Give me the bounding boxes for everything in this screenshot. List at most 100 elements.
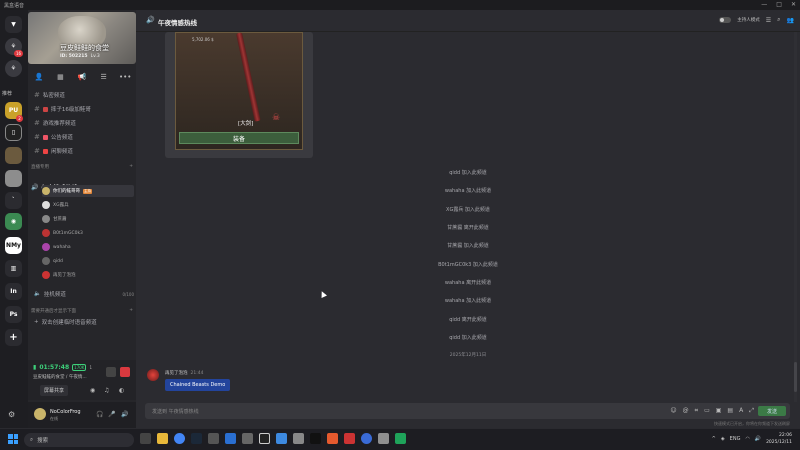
capcut-icon[interactable] — [310, 433, 321, 444]
server-icon-7[interactable]: ▥ — [5, 260, 22, 277]
server-icon-3[interactable]: ▯ — [5, 124, 22, 141]
add-channel-icon[interactable]: + — [129, 164, 133, 169]
send-button[interactable]: 发送 — [758, 406, 786, 416]
voice-member[interactable]: 再见了泡泡 — [42, 269, 134, 281]
emoji-icon[interactable]: ☺ — [670, 407, 676, 415]
list-icon[interactable]: ☰ — [766, 17, 771, 24]
megaphone-icon[interactable]: 📢 — [75, 72, 89, 82]
screenshot-icon[interactable]: ⌗ — [695, 407, 698, 415]
channel-game-rec[interactable]: # 游戏推荐频道 — [34, 117, 134, 129]
headphone-icon[interactable]: 🎧 — [96, 411, 103, 418]
screen-share-button[interactable]: 屏幕共享 — [40, 385, 69, 396]
voice-member[interactable]: qidd — [42, 255, 134, 267]
maximize-icon[interactable]: □ — [776, 1, 782, 8]
minimize-icon[interactable]: — — [761, 1, 767, 8]
image-icon[interactable]: ▣ — [716, 407, 722, 415]
steam-icon[interactable] — [191, 433, 202, 444]
host-mode-toggle[interactable] — [719, 17, 732, 23]
music-icon[interactable]: ♫ — [104, 387, 109, 394]
user-status: 在线 — [50, 416, 58, 421]
channel-label: 闲聊频道 — [50, 149, 73, 155]
hash-icon: # — [34, 105, 40, 113]
clock[interactable]: 22:06 2025/12/11 — [766, 432, 792, 446]
app-icon[interactable] — [327, 433, 338, 444]
heybox-icon[interactable] — [259, 433, 270, 444]
chat-scrollbar[interactable] — [794, 32, 797, 402]
server-in-icon[interactable]: In — [5, 283, 22, 300]
voice-member[interactable]: B0t1mGC0k3 — [42, 227, 134, 239]
volume-icon[interactable]: 🔊 — [121, 411, 128, 418]
list-icon[interactable]: ☰ — [97, 72, 111, 82]
chrome-icon[interactable] — [174, 433, 185, 444]
screen-icon[interactable] — [106, 367, 116, 377]
app-icon[interactable] — [361, 433, 372, 444]
voice-member[interactable]: 你们的鲑哥哥 主持 — [42, 185, 134, 197]
channel-announce[interactable]: # 公告频道 — [34, 131, 134, 143]
taskview-icon[interactable] — [140, 433, 151, 444]
voice-member[interactable]: XG露兵 — [42, 199, 134, 211]
app-icon[interactable] — [276, 433, 287, 444]
mic-icon[interactable]: 🎤 — [108, 411, 115, 418]
speaker-icon[interactable]: 🔊 — [755, 436, 761, 442]
server-active-icon[interactable]: ◉ — [5, 213, 22, 230]
add-server-icon[interactable]: + — [5, 329, 22, 346]
member-icon[interactable]: 👤 — [32, 72, 46, 82]
avatar — [42, 243, 50, 251]
equip-button[interactable]: 装备 — [179, 132, 299, 144]
calendar-icon[interactable]: ▦ — [53, 72, 67, 82]
app-icon[interactable] — [208, 433, 219, 444]
item-name: [大剑] — [238, 121, 254, 127]
settings-gear-icon[interactable]: ⚙ — [8, 410, 15, 419]
server-banner[interactable]: 豆皮鲑鲑的食堂 ID: 502215 Lv.3 — [28, 12, 136, 64]
search-icon[interactable]: ⌕ — [777, 16, 780, 24]
create-temp-channel[interactable]: + 双击创建临时语音频道 — [34, 316, 134, 328]
app-icon[interactable] — [378, 433, 389, 444]
edge-icon[interactable] — [225, 433, 236, 444]
network-icon[interactable]: ◈ — [721, 436, 725, 442]
server-icon-4[interactable] — [5, 147, 22, 164]
taskbar-search[interactable]: ⌕ 搜索 — [24, 433, 134, 447]
theme-icon[interactable]: ◐ — [119, 387, 124, 394]
server-nmy-icon[interactable]: NMy — [5, 237, 22, 254]
message-input[interactable]: 发送到 午夜情感热线 ☺ @ ⌗ ▭ ▣ ▤ A ⤢ 发送 — [145, 403, 790, 419]
voice-member[interactable]: 甘蔗醤 — [42, 213, 134, 225]
system-message: B0t1mGC0k3 加入此频道 — [438, 262, 498, 268]
channel-level[interactable]: # 摔子16级加鲑哥 — [34, 103, 134, 115]
user-avatar[interactable] — [34, 408, 46, 420]
channel-private[interactable]: # 私密频道 — [34, 89, 134, 101]
disconnect-icon[interactable] — [120, 367, 130, 377]
server-icon-2[interactable]: ⚘ — [5, 60, 22, 77]
message-avatar[interactable] — [147, 369, 159, 381]
members-icon[interactable]: 👥 — [787, 17, 794, 24]
at-icon[interactable]: @ — [683, 407, 689, 415]
host-tag: 主持 — [83, 188, 92, 194]
server-icon-6[interactable]: ` — [5, 192, 22, 209]
category-temp[interactable]: 需要开通后才显示下面 + — [31, 306, 133, 315]
app-logo-icon[interactable]: ▼ — [5, 16, 22, 33]
gift-icon[interactable]: ▤ — [727, 407, 733, 415]
folder-icon[interactable]: ▭ — [704, 407, 710, 415]
close-icon[interactable]: ✕ — [791, 1, 796, 8]
more-icon[interactable]: ••• — [118, 72, 132, 82]
translate-icon[interactable]: A — [739, 407, 743, 415]
windows-start-icon[interactable] — [8, 434, 18, 444]
lang-indicator[interactable]: ENG — [730, 436, 741, 442]
server-ps-icon[interactable]: Ps — [5, 306, 22, 323]
app-icon[interactable] — [344, 433, 355, 444]
chevron-up-icon[interactable]: ^ — [712, 436, 716, 442]
app-icon[interactable] — [395, 433, 406, 444]
message-link-button[interactable]: Chained Beasts Demo — [165, 379, 231, 391]
expand-icon[interactable]: ⤢ — [749, 407, 754, 415]
voice-channel-afk[interactable]: 🔈 挂机频道 0/100 — [34, 288, 134, 300]
channel-chat[interactable]: # 闲聊频道 — [34, 145, 134, 157]
wifi-icon[interactable]: ◠ — [745, 436, 749, 442]
server-icon-5[interactable] — [5, 170, 22, 187]
add-channel-icon[interactable]: + — [129, 308, 133, 313]
scrollbar-thumb[interactable] — [794, 362, 797, 392]
category-live[interactable]: 直播专用 + — [31, 162, 133, 171]
voice-member[interactable]: wahaha — [42, 241, 134, 253]
explorer-icon[interactable] — [157, 433, 168, 444]
app-icon[interactable] — [242, 433, 253, 444]
noise-icon[interactable]: ◉ — [90, 387, 95, 394]
app-icon[interactable] — [293, 433, 304, 444]
